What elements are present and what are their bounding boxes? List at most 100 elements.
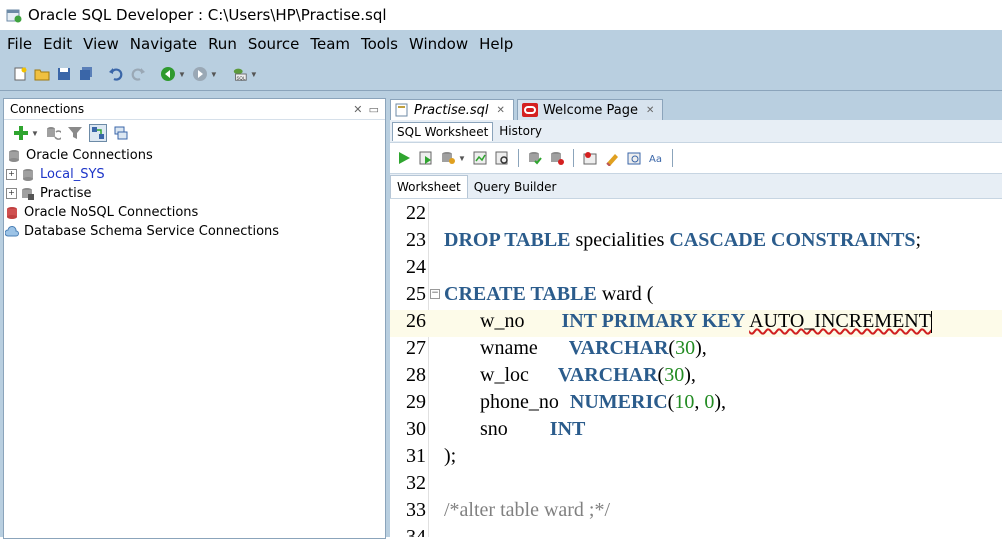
expand-icon[interactable]: + <box>6 188 17 199</box>
close-icon[interactable]: ✕ <box>353 104 362 116</box>
menu-team[interactable]: Team <box>310 35 350 53</box>
svg-text:Aa: Aa <box>649 154 662 165</box>
clear-icon[interactable] <box>604 150 620 166</box>
tab-history[interactable]: History <box>495 122 546 140</box>
menu-file[interactable]: File <box>7 35 32 53</box>
sql-history-icon[interactable] <box>626 150 642 166</box>
save-icon[interactable] <box>56 66 72 82</box>
back-dropdown-icon[interactable]: ▼ <box>178 70 186 79</box>
collapse-icon[interactable] <box>113 125 129 141</box>
menu-edit[interactable]: Edit <box>43 35 72 53</box>
commit-transaction-icon[interactable] <box>527 150 543 166</box>
code-editor[interactable]: 22 23 DROP TABLE specialities CASCADE CO… <box>390 202 1002 537</box>
minimize-icon[interactable]: ▭ <box>369 104 379 116</box>
forward-dropdown-icon[interactable]: ▼ <box>210 70 218 79</box>
tree-item-label: Oracle Connections <box>26 148 153 163</box>
forward-icon[interactable] <box>192 66 208 82</box>
line-number: 25 <box>406 283 426 305</box>
schema-browser-icon[interactable] <box>88 124 107 142</box>
rollback-icon[interactable] <box>549 150 565 166</box>
format-case-icon[interactable]: Aa <box>648 150 664 166</box>
refresh-icon[interactable] <box>45 125 61 141</box>
tree-item-local-sys[interactable]: + Local_SYS <box>4 165 385 184</box>
punctuation: ), <box>684 364 696 386</box>
line-number: 24 <box>406 256 426 278</box>
identifier: specialities <box>570 229 670 251</box>
line-number: 26 <box>406 310 426 332</box>
undo-icon[interactable] <box>108 66 124 82</box>
number: 30 <box>664 364 685 386</box>
tree-item-oracle-connections[interactable]: Oracle Connections <box>4 146 385 165</box>
tab-practise-sql[interactable]: Practise.sql ✕ <box>390 99 514 120</box>
code-line: 25 − CREATE TABLE ward ( <box>390 283 1002 310</box>
comment: /*alter table ward ;*/ <box>444 499 611 521</box>
expand-icon[interactable]: + <box>6 169 17 180</box>
tree-item-label: Oracle NoSQL Connections <box>24 205 199 220</box>
menu-help[interactable]: Help <box>479 35 513 53</box>
menu-navigate[interactable]: Navigate <box>130 35 197 53</box>
code-line: 34 <box>390 526 1002 537</box>
line-number: 34 <box>406 526 426 537</box>
tab-sql-worksheet[interactable]: SQL Worksheet <box>392 121 494 141</box>
text-cursor <box>930 311 932 334</box>
line-number: 31 <box>406 445 426 467</box>
editor-toolbar: ▼ Aa <box>390 143 1002 173</box>
open-folder-icon[interactable] <box>34 66 50 82</box>
number: 0 <box>704 391 715 413</box>
close-icon[interactable]: ✕ <box>646 105 654 116</box>
commit-dropdown-icon[interactable]: ▼ <box>458 154 466 163</box>
menu-window[interactable]: Window <box>409 35 468 53</box>
sql-tuning-icon[interactable] <box>582 150 598 166</box>
tab-welcome-page[interactable]: Welcome Page ✕ <box>516 99 664 120</box>
code-text: CREATE TABLE ward ( <box>444 283 653 306</box>
keyword: DROP TABLE <box>444 229 571 251</box>
code-line-current: 26 w_no INT PRIMARY KEY AUTO_INCREMENT <box>390 310 1002 337</box>
close-icon[interactable]: ✕ <box>497 105 505 116</box>
menu-source[interactable]: Source <box>248 35 300 53</box>
autotrace-icon[interactable] <box>472 150 488 166</box>
separator <box>517 149 519 167</box>
tree-item-schema-service[interactable]: Database Schema Service Connections <box>4 222 385 241</box>
code-text: w_loc VARCHAR(30), <box>480 364 696 387</box>
code-text: ); <box>444 445 457 467</box>
save-all-icon[interactable] <box>78 66 94 82</box>
tree-item-oracle-nosql[interactable]: Oracle NoSQL Connections <box>4 203 385 222</box>
code-text: sno INT <box>480 418 585 441</box>
column-name: wname <box>480 337 538 359</box>
fold-toggle-icon[interactable]: − <box>430 289 440 299</box>
window-title: Oracle SQL Developer : C:\Users\HP\Pract… <box>28 6 387 24</box>
add-connection-dropdown-icon[interactable]: ▼ <box>31 129 39 138</box>
tab-worksheet[interactable]: Worksheet <box>390 175 468 198</box>
line-number: 30 <box>406 418 426 440</box>
database-icon <box>7 149 21 163</box>
back-icon[interactable] <box>160 66 176 82</box>
connections-panel: Connections ✕ ▭ ▼ Oracle Connections + L… <box>3 98 386 539</box>
connections-toolbar: ▼ <box>4 120 385 146</box>
line-number: 23 <box>406 229 426 251</box>
sql-file-icon <box>395 103 409 117</box>
commit-icon[interactable] <box>440 150 456 166</box>
tab-query-builder[interactable]: Query Builder <box>468 176 563 198</box>
filter-icon[interactable] <box>67 125 83 141</box>
new-file-icon[interactable] <box>12 66 28 82</box>
sql-worksheet-icon[interactable]: SQL <box>232 66 248 82</box>
keyword: CREATE TABLE <box>444 283 597 305</box>
redo-icon[interactable] <box>130 66 146 82</box>
add-connection-icon[interactable] <box>13 125 29 141</box>
tree-item-label: Practise <box>40 186 92 201</box>
separator <box>671 149 673 167</box>
sql-worksheet-dropdown-icon[interactable]: ▼ <box>250 70 258 79</box>
menu-run[interactable]: Run <box>208 35 237 53</box>
tree-item-practise[interactable]: + Practise <box>4 184 385 203</box>
number: 10 <box>674 391 695 413</box>
database-connection-icon <box>21 187 35 201</box>
run-script-icon[interactable] <box>418 150 434 166</box>
menu-tools[interactable]: Tools <box>361 35 398 53</box>
nosql-icon <box>5 206 19 220</box>
line-number: 28 <box>406 364 426 386</box>
run-statement-icon[interactable] <box>396 150 412 166</box>
explain-plan-icon[interactable] <box>494 150 510 166</box>
tree-item-label: Database Schema Service Connections <box>24 224 280 239</box>
menu-view[interactable]: View <box>83 35 119 53</box>
punctuation: ), <box>714 391 727 413</box>
